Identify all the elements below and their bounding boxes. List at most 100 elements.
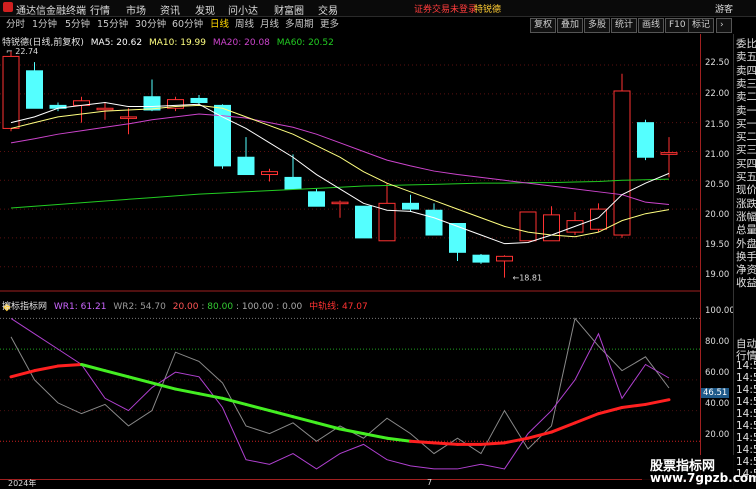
period-30min[interactable]: 30分钟 bbox=[135, 18, 166, 31]
candle-up bbox=[261, 171, 278, 176]
candle-up bbox=[2, 55, 20, 129]
legend-wr1: WR1: 61.21 bbox=[53, 302, 107, 312]
period-toolbar: 分时 1分钟 5分钟 15分钟 30分钟 60分钟 日线 周线 月线 多周期 更… bbox=[0, 17, 756, 33]
stats-button[interactable]: 统计 bbox=[611, 18, 638, 33]
price-chart[interactable]: ⌐ 22.74 ←18.81 bbox=[0, 34, 700, 292]
menu-market[interactable]: 市场 bbox=[126, 2, 146, 17]
period-1min[interactable]: 1分钟 bbox=[32, 18, 57, 31]
midline-segment bbox=[268, 409, 295, 419]
period-15min[interactable]: 15分钟 bbox=[97, 18, 128, 31]
price-legend: 特锐德(日线,前复权) MA5: 20.62 MA10: 19.99 MA20:… bbox=[2, 35, 334, 48]
candle-up bbox=[519, 211, 537, 242]
price-tick: 19.00 bbox=[705, 270, 730, 280]
indicator-tick: 20.00 bbox=[705, 430, 730, 440]
candle-up bbox=[120, 116, 137, 119]
indicator-name: 擦标指标网 bbox=[2, 302, 48, 312]
price-tick: 22.00 bbox=[705, 89, 730, 99]
midline-segment bbox=[573, 412, 600, 425]
midline-segment bbox=[362, 432, 389, 440]
side-time-label: 14:5 bbox=[736, 360, 756, 372]
candle-down bbox=[449, 223, 466, 253]
midline-segment bbox=[244, 402, 271, 413]
price-tick: 21.50 bbox=[705, 120, 730, 130]
period-daily[interactable]: 日线 bbox=[210, 18, 229, 31]
side-time-label: 14:5 bbox=[736, 432, 756, 444]
side-label: 收益 bbox=[736, 277, 756, 290]
period-60min[interactable]: 60分钟 bbox=[172, 18, 203, 31]
midline-segment bbox=[409, 439, 436, 445]
candle-up bbox=[496, 255, 513, 262]
midline-segment bbox=[291, 415, 318, 425]
period-multi[interactable]: 多周期 bbox=[285, 18, 314, 31]
overlay-button[interactable]: 叠加 bbox=[557, 18, 584, 33]
menu-discover[interactable]: 发现 bbox=[195, 2, 215, 17]
candle-down bbox=[214, 104, 231, 167]
low-annotation: ←18.81 bbox=[513, 274, 543, 283]
legend-ma20: MA20: 20.08 bbox=[212, 38, 270, 48]
indicator-legend: 擦标指标网 WR1: 61.21 WR2: 54.70 20.00 : 80.0… bbox=[2, 302, 368, 312]
side-time-label: 14:5 bbox=[736, 384, 756, 396]
date-month: 7 bbox=[427, 478, 433, 487]
legend-ma10: MA10: 19.99 bbox=[148, 38, 206, 48]
side-time-label: 14:5 bbox=[736, 444, 756, 456]
candle-up bbox=[613, 90, 631, 236]
legend-level80: 80.00 bbox=[207, 302, 234, 312]
menu-wealth-circle[interactable]: 财富圈 bbox=[274, 2, 304, 17]
side-time-label: 14:5 bbox=[736, 468, 756, 480]
mark-button[interactable]: 标记 bbox=[688, 18, 715, 33]
side-time-label: 14:5 bbox=[736, 420, 756, 432]
price-tick: 20.00 bbox=[705, 210, 730, 220]
draw-button[interactable]: 画线 bbox=[638, 18, 665, 33]
candle-down bbox=[237, 156, 255, 176]
side-time-label: 14:5 bbox=[736, 372, 756, 384]
menu-trade[interactable]: 交易 bbox=[318, 2, 338, 17]
midline-segment bbox=[56, 363, 83, 368]
midline-segment bbox=[503, 436, 530, 445]
candle-down bbox=[637, 122, 654, 158]
legend-wr2: WR2: 54.70 bbox=[113, 302, 166, 312]
indicator-tick: 40.00 bbox=[705, 399, 730, 409]
midline-segment bbox=[597, 406, 624, 416]
candle-down bbox=[402, 202, 419, 210]
menu-news[interactable]: 资讯 bbox=[160, 2, 180, 17]
guest-login[interactable]: 游客 bbox=[715, 2, 733, 15]
candle-down bbox=[425, 209, 443, 236]
legend-ma60: MA60: 20.52 bbox=[276, 38, 334, 48]
app-title: 通达信金融终端 bbox=[16, 6, 86, 17]
indicator-tick: 60.00 bbox=[705, 368, 730, 378]
midline-segment bbox=[644, 398, 671, 406]
candle-down bbox=[26, 70, 43, 109]
period-more[interactable]: 更多 bbox=[320, 18, 339, 31]
high-annotation: ⌐ 22.74 bbox=[6, 47, 38, 56]
period-monthly[interactable]: 月线 bbox=[260, 18, 279, 31]
stock-name-tag: 特锐德 bbox=[474, 5, 502, 15]
period-intraday[interactable]: 分时 bbox=[6, 18, 25, 31]
multi-stock-button[interactable]: 多股 bbox=[584, 18, 611, 33]
menu-ask[interactable]: 问小达 bbox=[228, 2, 258, 17]
side-time-label: 14:5 bbox=[736, 456, 756, 468]
midline-segment bbox=[103, 369, 130, 379]
side-time-label: 14:5 bbox=[736, 408, 756, 420]
legend-ma5: MA5: 20.62 bbox=[90, 38, 143, 48]
more-arrow-icon[interactable]: › bbox=[716, 18, 732, 33]
midline-segment bbox=[550, 421, 577, 434]
legend-level20: 20.00 bbox=[172, 302, 199, 312]
period-5min[interactable]: 5分钟 bbox=[65, 18, 90, 31]
f10-button[interactable]: F10 bbox=[665, 18, 690, 33]
candle-up bbox=[96, 107, 114, 111]
midline-segment bbox=[338, 427, 365, 436]
candle-down bbox=[355, 205, 372, 239]
app-logo-icon bbox=[3, 2, 13, 12]
indicator-tick: 100.00 bbox=[705, 306, 735, 316]
period-weekly[interactable]: 周线 bbox=[235, 18, 254, 31]
adjust-button[interactable]: 复权 bbox=[530, 18, 557, 33]
menu-market-quotes[interactable]: 行情 bbox=[90, 2, 110, 17]
date-year: 2024年 bbox=[8, 479, 37, 488]
ma20-line bbox=[10, 113, 670, 205]
trade-login-alert[interactable]: 证券交易未登录 bbox=[414, 2, 477, 15]
midline-segment bbox=[33, 364, 60, 373]
midline-segment bbox=[174, 387, 201, 396]
indicator-chart[interactable]: ◆ bbox=[0, 296, 700, 479]
legend-midline: 中轨线: 47.07 bbox=[309, 302, 368, 312]
candle-up bbox=[660, 152, 678, 155]
